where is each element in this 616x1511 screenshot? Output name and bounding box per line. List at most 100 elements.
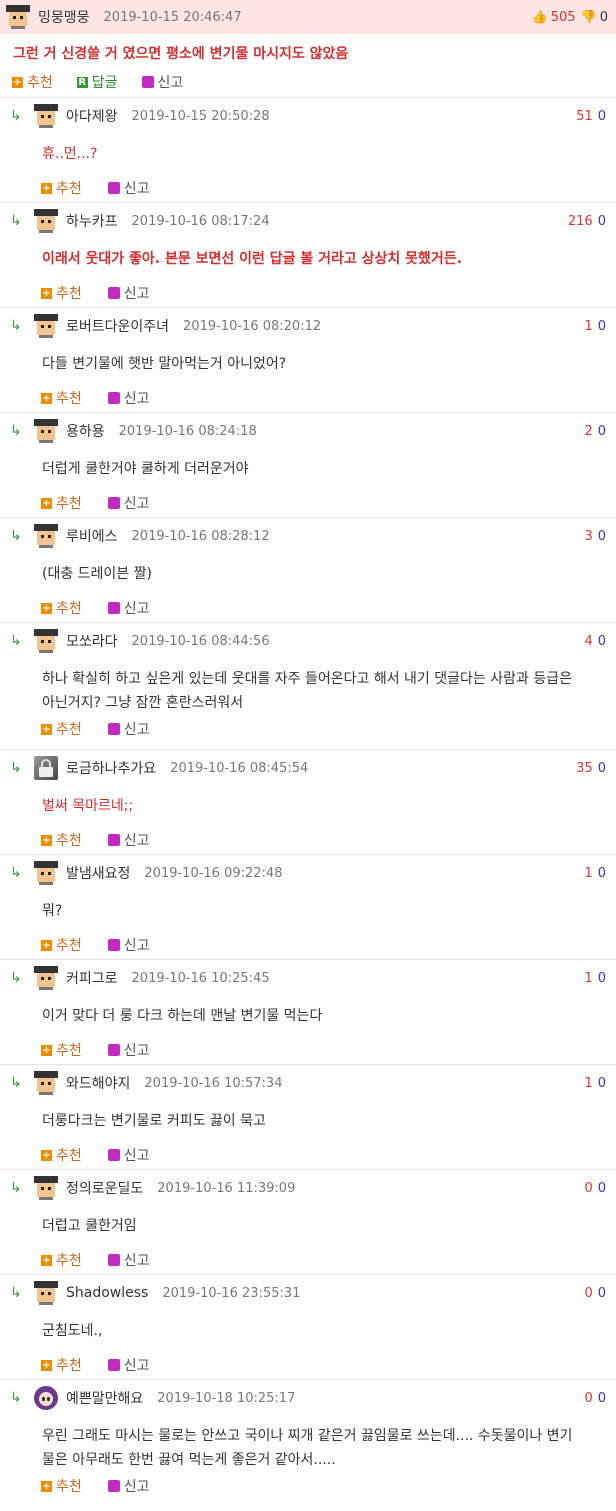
comment-downvotes: 0 — [597, 865, 606, 881]
top-post-header: 밍뭉맹뭉 2019-10-15 20:46:47 👍 505 👎 0 — [0, 0, 616, 34]
avatar[interactable] — [34, 104, 58, 128]
avatar[interactable] — [34, 966, 58, 990]
comment-date: 2019-10-16 08:24:18 — [118, 423, 257, 439]
report-button[interactable]: 신고 — [107, 598, 150, 618]
report-button[interactable]: 신고 — [107, 283, 150, 303]
comment-date: 2019-10-16 10:57:34 — [144, 1075, 283, 1091]
comment-downvotes: 0 — [597, 1285, 606, 1301]
reply-arrow-icon: ↳ — [10, 318, 22, 334]
siren-icon — [141, 76, 154, 88]
comment-votes: 10 — [584, 971, 606, 986]
recommend-button[interactable]: + 추천 — [41, 1355, 82, 1375]
comment-header: ↳ 용하용 2019-10-16 08:24:18 2 0 — [0, 413, 616, 449]
report-button[interactable]: 신고 — [107, 935, 150, 955]
avatar[interactable] — [34, 209, 58, 233]
recommend-button[interactable]: + 추천 — [41, 493, 82, 513]
comment-nick[interactable]: 발냄새요정 — [66, 863, 130, 883]
siren-icon — [107, 392, 120, 404]
report-button[interactable]: 신고 — [107, 388, 150, 408]
comment-nick[interactable]: 모쏘라다 — [66, 631, 118, 651]
report-button[interactable]: 신고 — [107, 830, 150, 850]
comment-downvotes: 0 — [597, 760, 606, 776]
comment-nick[interactable]: 하누카프 — [66, 211, 118, 231]
top-post: 밍뭉맹뭉 2019-10-15 20:46:47 👍 505 👎 0 그런 거 … — [0, 0, 616, 97]
avatar[interactable] — [34, 1386, 58, 1410]
thumbs-down-icon[interactable]: 👎 — [581, 10, 597, 25]
comment-upvotes: 2 — [584, 423, 593, 439]
comment-date: 2019-10-16 08:44:56 — [131, 633, 270, 649]
comment-header: ↳ 커피그로 2019-10-16 10:25:45 1 0 — [0, 960, 616, 996]
comment-nick[interactable]: 커피그로 — [66, 968, 118, 988]
recommend-button[interactable]: + 추천 — [12, 72, 53, 92]
avatar[interactable] — [34, 861, 58, 885]
siren-icon — [107, 602, 120, 614]
report-button[interactable]: 신고 — [107, 1040, 150, 1060]
comment-nick[interactable]: Shadowless — [66, 1285, 148, 1301]
comment-nick[interactable]: 와드해야지 — [66, 1073, 130, 1093]
siren-icon — [107, 182, 120, 194]
comment-actions: + 추천 신고 — [0, 1246, 616, 1274]
comment-nick[interactable]: 로버트다운이주녀 — [66, 316, 169, 336]
report-button[interactable]: 신고 — [107, 178, 150, 198]
report-label: 신고 — [123, 496, 150, 512]
avatar[interactable] — [34, 1071, 58, 1095]
avatar[interactable] — [34, 1281, 58, 1305]
report-label: 신고 — [123, 1253, 150, 1269]
report-button[interactable]: 신고 — [107, 1355, 150, 1375]
comment-nick[interactable]: 아다제왕 — [66, 106, 118, 126]
comment-votes: 51 0 — [576, 109, 606, 124]
comment-actions: + 추천 신고 — [0, 384, 616, 412]
comment-nick[interactable]: 루비에스 — [66, 526, 118, 546]
reply-button[interactable]: R 답글 — [76, 72, 118, 92]
plus-icon: + — [41, 834, 52, 846]
comment-upvotes: 1 — [584, 1075, 593, 1091]
author-nick[interactable]: 밍뭉맹뭉 — [38, 7, 90, 27]
comment-body: 뭐? — [42, 903, 63, 919]
recommend-button[interactable]: + 추천 — [41, 719, 82, 739]
comment-body: 하나 확실히 하고 싶은게 있는데 웃대를 자주 들어온다고 해서 내기 댓글다… — [42, 671, 572, 711]
comment-body: 우린 그래도 마시는 물로는 안쓰고 국이나 찌개 같은거 끓임물로 쓰는데..… — [42, 1428, 573, 1468]
report-button[interactable]: 신고 — [107, 1250, 150, 1270]
avatar[interactable] — [34, 1176, 58, 1200]
comment-item: ↳ Shadowless 2019-10-16 23:55:31 0 0 군침도네., + 추… — [0, 1274, 616, 1379]
plus-icon: + — [41, 1044, 52, 1056]
recommend-button[interactable]: + 추천 — [41, 283, 82, 303]
recommend-button[interactable]: + 추천 — [41, 178, 82, 198]
recommend-button[interactable]: + 추천 — [41, 388, 82, 408]
comment-nick[interactable]: 로금하나추가요 — [66, 758, 156, 778]
avatar[interactable] — [34, 314, 58, 338]
recommend-button[interactable]: + 추천 — [41, 1476, 82, 1496]
comment-upvotes: 3 — [584, 528, 593, 544]
report-button[interactable]: 신고 — [141, 72, 183, 92]
recommend-button[interactable]: + 추천 — [41, 935, 82, 955]
comment-votes: 00 — [584, 1286, 606, 1301]
comment-downvotes: 0 — [597, 1075, 606, 1091]
comment-nick[interactable]: 정의로운딜도 — [66, 1178, 143, 1198]
report-button[interactable]: 신고 — [107, 1476, 150, 1496]
avatar[interactable] — [34, 419, 58, 443]
comment-item: ↳ 모쏘라다 2019-10-16 08:44:56 4 0 하나 확실히 하고 싶은게 … — [0, 622, 616, 749]
recommend-label: 추천 — [56, 391, 82, 407]
report-button[interactable]: 신고 — [107, 1145, 150, 1165]
recommend-button[interactable]: + 추천 — [41, 1250, 82, 1270]
recommend-button[interactable]: + 추천 — [41, 830, 82, 850]
recommend-button[interactable]: + 추천 — [41, 1040, 82, 1060]
recommend-button[interactable]: + 추천 — [41, 1145, 82, 1165]
avatar[interactable] — [34, 524, 58, 548]
avatar[interactable] — [34, 629, 58, 653]
report-label: 신고 — [123, 391, 150, 407]
avatar[interactable] — [6, 5, 30, 29]
plus-icon: + — [41, 1254, 52, 1266]
thumbs-up-icon[interactable]: 👍 — [532, 10, 548, 25]
avatar[interactable] — [34, 756, 58, 780]
comment-date: 2019-10-16 09:22:48 — [144, 865, 283, 881]
comment-body: 다들 변기물에 햇반 말아먹는거 아니었어? — [42, 356, 287, 372]
comment-nick[interactable]: 예쁜말만해요 — [66, 1388, 143, 1408]
recommend-label: 추천 — [56, 286, 82, 302]
recommend-button[interactable]: + 추천 — [41, 598, 82, 618]
comment-downvotes: 0 — [597, 213, 606, 229]
comment-nick[interactable]: 용하용 — [66, 421, 105, 441]
comment-date: 2019-10-16 23:55:31 — [162, 1285, 301, 1301]
report-button[interactable]: 신고 — [107, 719, 150, 739]
report-button[interactable]: 신고 — [107, 493, 150, 513]
